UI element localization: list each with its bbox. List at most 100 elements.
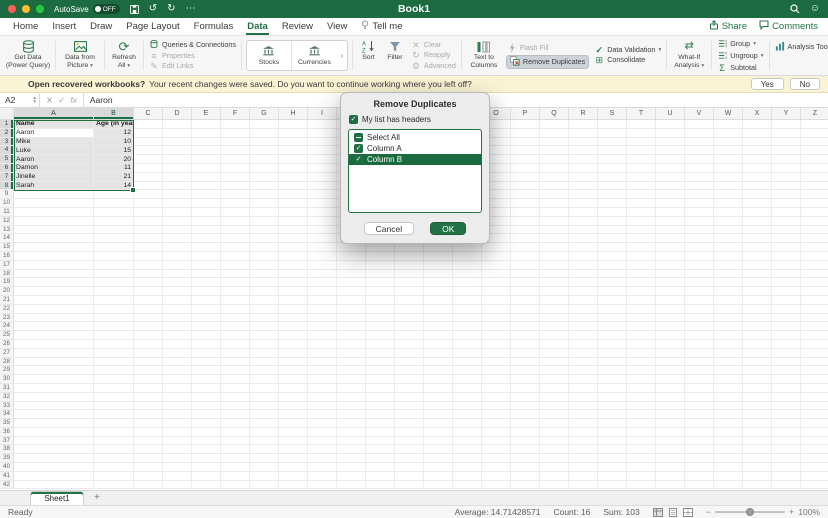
cell-X19[interactable] xyxy=(743,278,772,286)
cell-V21[interactable] xyxy=(685,296,714,304)
cell-E35[interactable] xyxy=(192,419,221,427)
cell-G21[interactable] xyxy=(250,296,279,304)
cell-F35[interactable] xyxy=(221,419,250,427)
cell-C6[interactable] xyxy=(134,164,163,172)
clear-filter-button[interactable]: ✕ Clear xyxy=(411,41,456,50)
cell-P26[interactable] xyxy=(511,340,540,348)
cell-V41[interactable] xyxy=(685,472,714,480)
cell-J33[interactable] xyxy=(337,402,366,410)
cell-K42[interactable] xyxy=(366,481,395,489)
cell-E31[interactable] xyxy=(192,384,221,392)
cell-L41[interactable] xyxy=(395,472,424,480)
cell-F40[interactable] xyxy=(221,463,250,471)
sort-button[interactable]: AZ Sort xyxy=(355,38,382,73)
cell-W18[interactable] xyxy=(714,270,743,278)
cell-B4[interactable]: 15 xyxy=(94,146,134,154)
cell-V34[interactable] xyxy=(685,410,714,418)
cell-V13[interactable] xyxy=(685,226,714,234)
queries-connections-button[interactable]: Queries & Connections xyxy=(149,40,236,50)
cell-Z7[interactable] xyxy=(801,173,828,181)
cell-O27[interactable] xyxy=(482,349,511,357)
cell-C35[interactable] xyxy=(134,419,163,427)
cell-G16[interactable] xyxy=(250,252,279,260)
cell-E21[interactable] xyxy=(192,296,221,304)
cell-G26[interactable] xyxy=(250,340,279,348)
tab-page-layout[interactable]: Page Layout xyxy=(119,18,186,35)
cell-A24[interactable] xyxy=(14,322,94,330)
cell-M36[interactable] xyxy=(424,428,453,436)
cell-B24[interactable] xyxy=(94,322,134,330)
cell-U8[interactable] xyxy=(656,182,685,190)
cell-Z11[interactable] xyxy=(801,208,828,216)
cell-O17[interactable] xyxy=(482,261,511,269)
zoom-out-button[interactable]: − xyxy=(706,508,711,517)
cell-R33[interactable] xyxy=(569,402,598,410)
row-header-32[interactable]: 32 xyxy=(0,393,14,401)
cell-O31[interactable] xyxy=(482,384,511,392)
cell-P3[interactable] xyxy=(511,138,540,146)
cell-Z23[interactable] xyxy=(801,314,828,322)
cell-W38[interactable] xyxy=(714,445,743,453)
cell-A16[interactable] xyxy=(14,252,94,260)
cell-P38[interactable] xyxy=(511,445,540,453)
cell-B17[interactable] xyxy=(94,261,134,269)
cell-Y5[interactable] xyxy=(772,155,801,163)
cancel-entry-icon[interactable]: ✕ xyxy=(46,95,53,106)
cell-O40[interactable] xyxy=(482,463,511,471)
cell-S26[interactable] xyxy=(598,340,627,348)
cell-T26[interactable] xyxy=(627,340,656,348)
cell-J32[interactable] xyxy=(337,393,366,401)
cell-K30[interactable] xyxy=(366,375,395,383)
cell-D1[interactable] xyxy=(163,120,192,128)
cell-Z39[interactable] xyxy=(801,454,828,462)
cell-E5[interactable] xyxy=(192,155,221,163)
edit-links-button[interactable]: ✎ Edit Links xyxy=(149,62,236,71)
cell-I34[interactable] xyxy=(308,410,337,418)
cell-I10[interactable] xyxy=(308,199,337,207)
cell-S33[interactable] xyxy=(598,402,627,410)
cell-R11[interactable] xyxy=(569,208,598,216)
cell-P40[interactable] xyxy=(511,463,540,471)
column-a-option[interactable]: Column A xyxy=(349,143,481,154)
cell-S41[interactable] xyxy=(598,472,627,480)
cell-S39[interactable] xyxy=(598,454,627,462)
cell-I14[interactable] xyxy=(308,234,337,242)
cell-S10[interactable] xyxy=(598,199,627,207)
cell-I24[interactable] xyxy=(308,322,337,330)
cell-W19[interactable] xyxy=(714,278,743,286)
cell-H26[interactable] xyxy=(279,340,308,348)
cell-W34[interactable] xyxy=(714,410,743,418)
cell-U12[interactable] xyxy=(656,217,685,225)
cell-O16[interactable] xyxy=(482,252,511,260)
cell-Z21[interactable] xyxy=(801,296,828,304)
cell-B28[interactable] xyxy=(94,358,134,366)
cell-W41[interactable] xyxy=(714,472,743,480)
cell-M28[interactable] xyxy=(424,358,453,366)
cell-G10[interactable] xyxy=(250,199,279,207)
cell-B23[interactable] xyxy=(94,314,134,322)
cell-R22[interactable] xyxy=(569,305,598,313)
cell-V28[interactable] xyxy=(685,358,714,366)
cell-A6[interactable]: Damon xyxy=(14,164,94,172)
cell-W40[interactable] xyxy=(714,463,743,471)
cell-X11[interactable] xyxy=(743,208,772,216)
cell-A8[interactable]: Sarah xyxy=(14,182,94,190)
cell-U3[interactable] xyxy=(656,138,685,146)
list-has-headers-option[interactable]: My list has headers xyxy=(349,115,489,124)
cell-R36[interactable] xyxy=(569,428,598,436)
flash-fill-button[interactable]: Flash Fill xyxy=(507,43,588,55)
cell-R5[interactable] xyxy=(569,155,598,163)
cell-U15[interactable] xyxy=(656,243,685,251)
cell-R26[interactable] xyxy=(569,340,598,348)
cell-Y27[interactable] xyxy=(772,349,801,357)
cell-K35[interactable] xyxy=(366,419,395,427)
cell-X28[interactable] xyxy=(743,358,772,366)
cell-X9[interactable] xyxy=(743,190,772,198)
cell-K41[interactable] xyxy=(366,472,395,480)
cell-I25[interactable] xyxy=(308,331,337,339)
cell-T27[interactable] xyxy=(627,349,656,357)
cell-W35[interactable] xyxy=(714,419,743,427)
cell-G32[interactable] xyxy=(250,393,279,401)
cell-N32[interactable] xyxy=(453,393,482,401)
cell-J31[interactable] xyxy=(337,384,366,392)
